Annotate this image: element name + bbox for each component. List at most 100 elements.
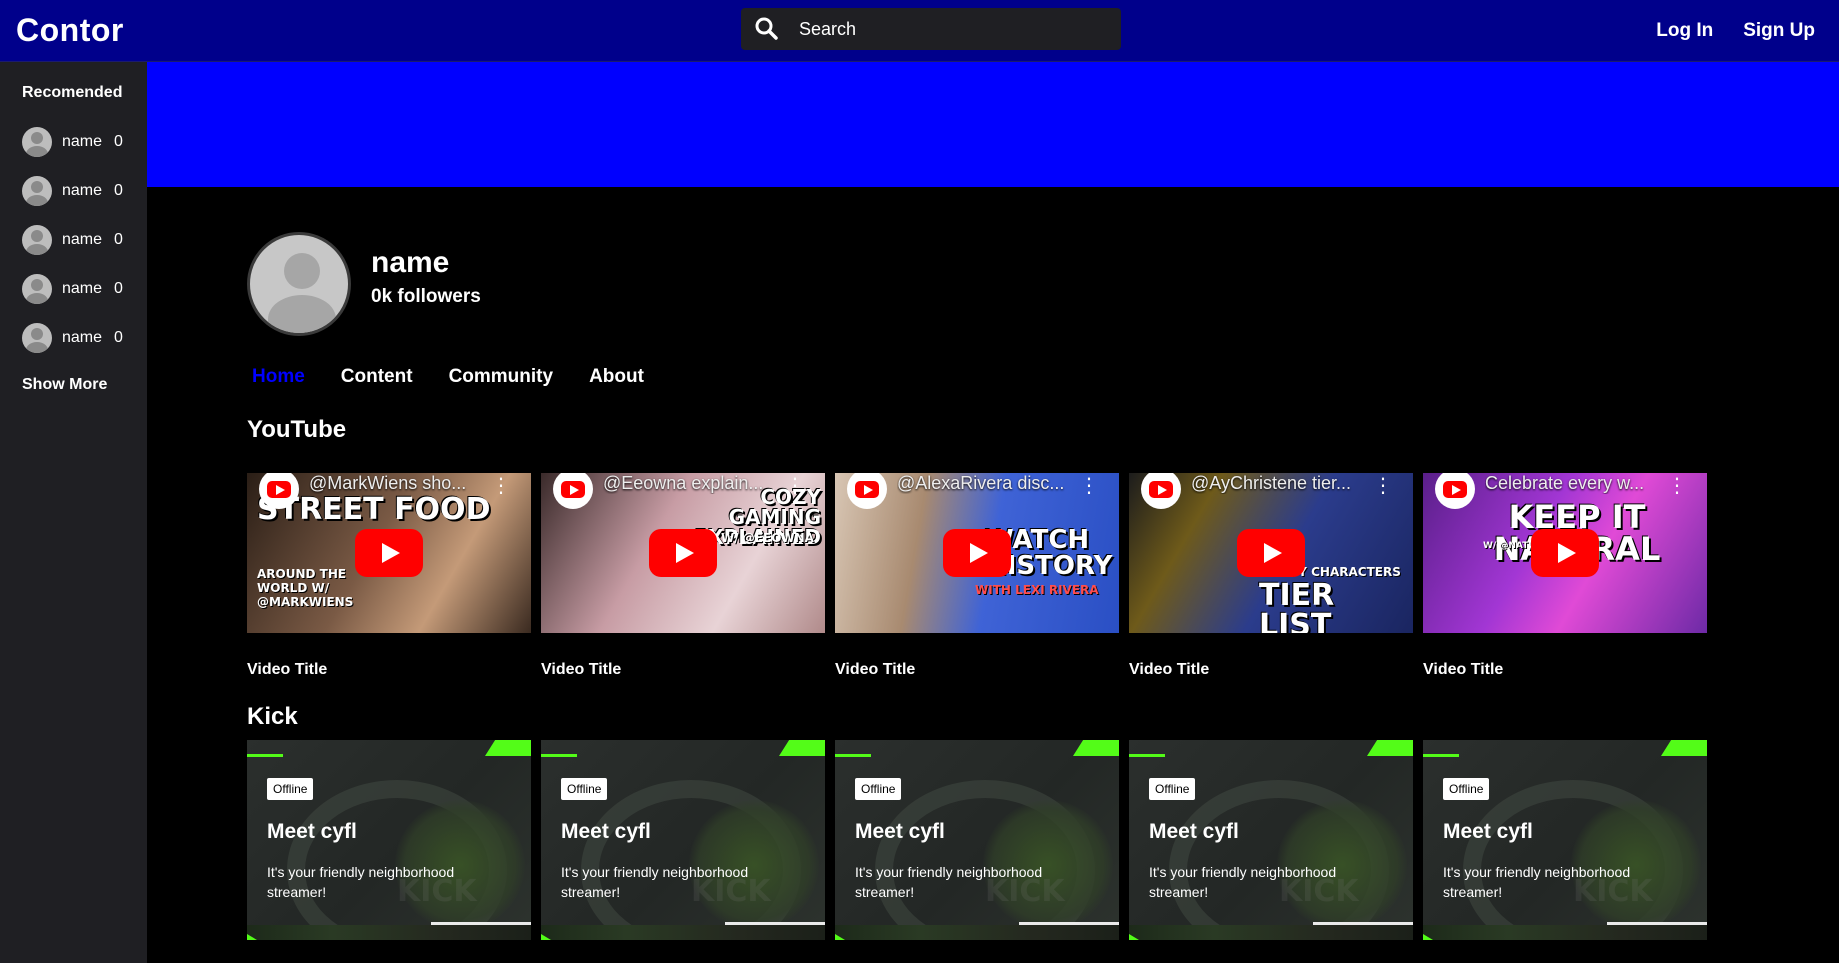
kick-corner-accent — [1661, 740, 1707, 756]
kick-card-title: Meet cyfl — [1149, 820, 1239, 843]
show-more-button[interactable]: Show More — [22, 376, 107, 394]
avatar-icon — [22, 176, 52, 206]
youtube-video-row: STREET FOOD AROUND THE WORLD W/ @MARKWIE… — [247, 473, 1707, 679]
kick-stream-card[interactable]: KICK Offline Meet cyfl It's your friendl… — [1423, 740, 1707, 940]
thumbnail-text: TIER LIST — [1259, 578, 1335, 634]
video-title[interactable]: Video Title — [247, 661, 531, 679]
kick-bottom-line — [1607, 922, 1707, 925]
status-badge: Offline — [561, 778, 608, 800]
signup-button[interactable]: Sign Up — [1743, 20, 1815, 42]
avatar-icon — [22, 127, 52, 157]
kick-accent-bar — [247, 754, 283, 757]
top-bar: Contor Log In Sign Up — [0, 0, 1839, 62]
youtube-channel-icon[interactable] — [847, 473, 887, 509]
kick-card-title: Meet cyfl — [561, 820, 651, 843]
kick-card-title: Meet cyfl — [855, 820, 945, 843]
more-options-icon[interactable] — [1079, 473, 1099, 498]
video-title[interactable]: Video Title — [835, 661, 1119, 679]
tab-home[interactable]: Home — [252, 366, 305, 388]
recommended-item[interactable]: name 0 — [22, 126, 123, 158]
recommended-count: 0 — [114, 182, 123, 199]
kick-bottom-accent — [1129, 934, 1139, 940]
kick-bottom-line — [1019, 922, 1119, 925]
video-card[interactable]: WATCH HISTORY WITH LEXI RIVERA @AlexaRiv… — [835, 473, 1119, 679]
kick-section-title: Kick — [247, 703, 298, 730]
tab-content[interactable]: Content — [341, 366, 413, 388]
play-button-icon[interactable] — [1531, 529, 1599, 577]
video-overlay-title: @AlexaRivera disc... — [897, 473, 1065, 493]
kick-card-row: KICK Offline Meet cyfl It's your friendl… — [247, 740, 1707, 940]
video-card[interactable]: KEEP IT NATURAL W/ @NATURALREIGN Celebra… — [1423, 473, 1707, 679]
kick-bottom-accent — [835, 934, 845, 940]
login-button[interactable]: Log In — [1656, 20, 1713, 42]
recommended-item[interactable]: name 0 — [22, 224, 123, 256]
youtube-channel-icon[interactable] — [1141, 473, 1181, 509]
play-button-icon[interactable] — [943, 529, 1011, 577]
recommended-count: 0 — [114, 231, 123, 248]
video-thumbnail[interactable]: STREET FOOD AROUND THE WORLD W/ @MARKWIE… — [247, 473, 531, 633]
kick-stream-card[interactable]: KICK Offline Meet cyfl It's your friendl… — [541, 740, 825, 940]
video-thumbnail[interactable]: WATCH HISTORY WITH LEXI RIVERA @AlexaRiv… — [835, 473, 1119, 633]
search-icon[interactable] — [747, 8, 787, 50]
play-button-icon[interactable] — [1237, 529, 1305, 577]
video-title[interactable]: Video Title — [541, 661, 825, 679]
video-thumbnail[interactable]: KEEP IT NATURAL W/ @NATURALREIGN Celebra… — [1423, 473, 1707, 633]
video-overlay-title: @Eeowna explain... — [603, 473, 764, 493]
video-thumbnail[interactable]: COZY GAMING EXPLAINED W/ @EEOWNA @Eeowna… — [541, 473, 825, 633]
recommended-name: name — [62, 182, 103, 199]
kick-bottom-band — [835, 925, 1119, 940]
status-badge: Offline — [855, 778, 902, 800]
recommended-count: 0 — [114, 280, 123, 297]
play-button-icon[interactable] — [355, 529, 423, 577]
video-thumbnail[interactable]: TIER LIST CREEPY CHARACTERS @AyChristene… — [1129, 473, 1413, 633]
search-input[interactable] — [799, 18, 1099, 40]
kick-accent-bar — [1423, 754, 1459, 757]
kick-bottom-band — [1129, 925, 1413, 940]
kick-corner-accent — [1367, 740, 1413, 756]
video-overlay-title: @MarkWiens sho... — [309, 473, 467, 493]
video-title[interactable]: Video Title — [1129, 661, 1413, 679]
kick-bottom-accent — [541, 934, 551, 940]
status-badge: Offline — [267, 778, 314, 800]
more-options-icon[interactable] — [785, 473, 805, 498]
youtube-channel-icon[interactable] — [1435, 473, 1475, 509]
video-card[interactable]: STREET FOOD AROUND THE WORLD W/ @MARKWIE… — [247, 473, 531, 679]
recommended-item[interactable]: name 0 — [22, 273, 123, 305]
app-logo[interactable]: Contor — [16, 12, 124, 49]
more-options-icon[interactable] — [491, 473, 511, 498]
auth-links: Log In Sign Up — [1656, 20, 1815, 42]
profile-avatar — [247, 232, 351, 336]
kick-bottom-accent — [247, 934, 257, 940]
kick-stream-card[interactable]: KICK Offline Meet cyfl It's your friendl… — [1129, 740, 1413, 940]
tab-about[interactable]: About — [589, 366, 644, 388]
profile-name: name — [371, 246, 450, 279]
kick-stream-card[interactable]: KICK Offline Meet cyfl It's your friendl… — [247, 740, 531, 940]
status-badge: Offline — [1149, 778, 1196, 800]
video-card[interactable]: TIER LIST CREEPY CHARACTERS @AyChristene… — [1129, 473, 1413, 679]
avatar-icon — [22, 225, 52, 255]
recommended-item[interactable]: name 0 — [22, 175, 123, 207]
more-options-icon[interactable] — [1667, 473, 1687, 498]
kick-accent-bar — [541, 754, 577, 757]
thumbnail-subtext: WITH LEXI RIVERA — [975, 583, 1099, 597]
recommended-item[interactable]: name 0 — [22, 322, 123, 354]
status-badge: Offline — [1443, 778, 1490, 800]
kick-stream-card[interactable]: KICK Offline Meet cyfl It's your friendl… — [835, 740, 1119, 940]
kick-card-description: It's your friendly neighborhood streamer… — [1443, 864, 1631, 900]
search-box[interactable] — [741, 8, 1121, 50]
sidebar: Recomended name 0 name 0 name 0 name 0 n… — [0, 62, 147, 963]
recommended-name: name — [62, 231, 103, 248]
more-options-icon[interactable] — [1373, 473, 1393, 498]
video-title[interactable]: Video Title — [1423, 661, 1707, 679]
kick-corner-accent — [779, 740, 825, 756]
tab-community[interactable]: Community — [449, 366, 554, 388]
youtube-section-title: YouTube — [247, 416, 347, 443]
kick-accent-bar — [1129, 754, 1165, 757]
kick-bottom-band — [1423, 925, 1707, 940]
video-card[interactable]: COZY GAMING EXPLAINED W/ @EEOWNA @Eeowna… — [541, 473, 825, 679]
recommended-name: name — [62, 329, 103, 346]
play-button-icon[interactable] — [649, 529, 717, 577]
kick-bottom-line — [431, 922, 531, 925]
follower-count: 0k followers — [371, 286, 481, 307]
youtube-channel-icon[interactable] — [553, 473, 593, 509]
